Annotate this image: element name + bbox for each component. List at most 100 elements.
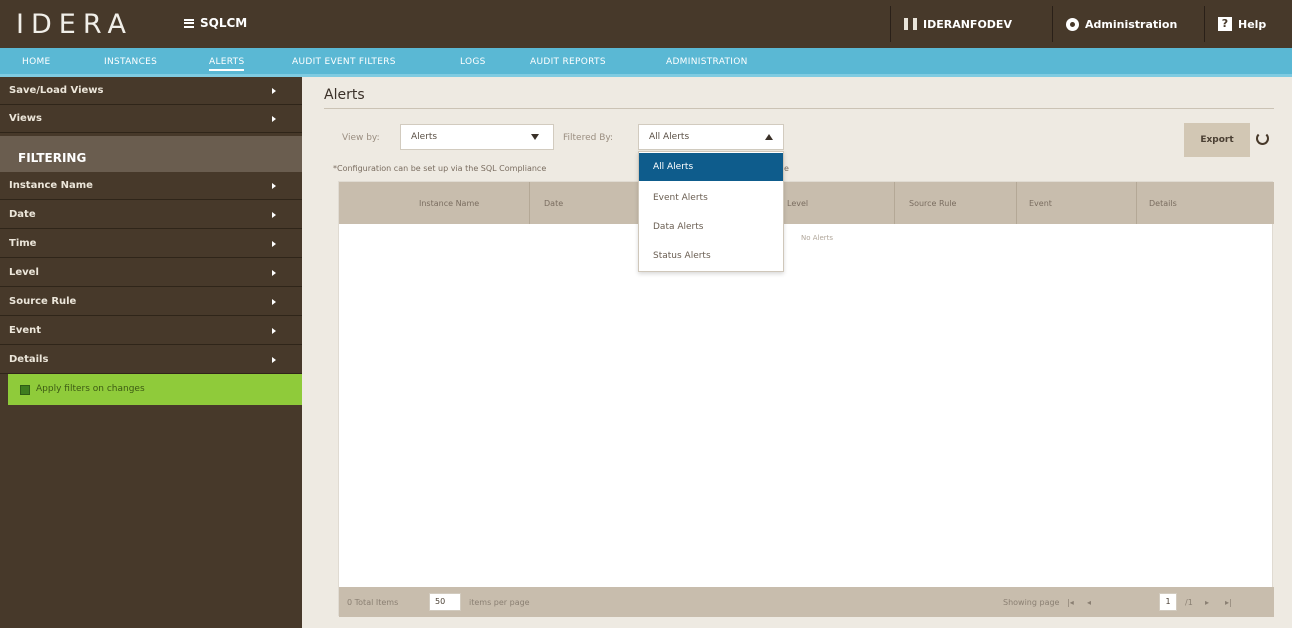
filtered-by-value: All Alerts — [649, 132, 690, 142]
view-by-label: View by: — [342, 133, 380, 143]
filtered-by-label: Filtered By: — [563, 133, 614, 143]
dropdown-option-data-alerts[interactable]: Data Alerts — [639, 213, 783, 241]
user-menu[interactable]: IDERANFODEV — [904, 0, 1012, 48]
column-header-level[interactable]: Level — [787, 199, 808, 208]
nav-administration[interactable]: ADMINISTRATION — [666, 57, 748, 67]
product-label: SQLCM — [200, 16, 248, 30]
divider — [890, 6, 891, 42]
column-divider — [1136, 182, 1137, 224]
caret-right-icon — [272, 88, 276, 94]
dropdown-option-event-alerts[interactable]: Event Alerts — [639, 184, 783, 212]
items-per-page-label: items per page — [469, 598, 530, 607]
filtered-by-select[interactable]: All Alerts — [638, 124, 784, 150]
filter-source-rule[interactable]: Source Rule — [0, 288, 302, 316]
idera-logo: IDERA — [16, 9, 133, 40]
hamburger-icon — [184, 18, 194, 28]
page-title: Alerts — [324, 87, 365, 103]
caret-right-icon — [272, 328, 276, 334]
sidebar-item-label: Save/Load Views — [9, 85, 104, 96]
prev-page-icon[interactable]: ◂ — [1087, 598, 1091, 607]
items-per-page-stepper[interactable]: 50 — [429, 593, 461, 611]
product-menu[interactable]: SQLCM — [184, 16, 247, 30]
nav-alerts[interactable]: ALERTS — [209, 57, 245, 71]
sidebar: Save/Load Views Views FILTERING Instance… — [0, 77, 302, 628]
next-page-icon[interactable]: ▸ — [1205, 598, 1209, 607]
grid-header: Instance Name Date Level Source Rule Eve… — [339, 182, 1274, 224]
filtered-by-dropdown: All Alerts Event Alerts Data Alerts Stat… — [638, 151, 784, 272]
column-divider — [894, 182, 895, 224]
view-by-select[interactable]: Alerts — [400, 124, 554, 150]
divider — [324, 108, 1274, 109]
column-header-date[interactable]: Date — [544, 199, 563, 208]
divider — [1052, 6, 1053, 42]
filter-date[interactable]: Date — [0, 201, 302, 229]
caret-right-icon — [272, 212, 276, 218]
filter-time[interactable]: Time — [0, 230, 302, 258]
nav-home[interactable]: HOME — [22, 57, 51, 67]
top-bar: IDERA SQLCM IDERANFODEV Administration ?… — [0, 0, 1292, 48]
filter-label: Source Rule — [9, 296, 77, 307]
caret-right-icon — [272, 183, 276, 189]
filter-label: Time — [9, 238, 37, 249]
caret-right-icon — [272, 270, 276, 276]
grid-footer: 0 Total Items 50 items per page Showing … — [339, 587, 1274, 617]
caret-up-icon — [765, 134, 773, 140]
filtering-heading: FILTERING — [0, 136, 302, 172]
administration-link[interactable]: Administration — [1066, 0, 1177, 48]
gear-icon — [1066, 17, 1079, 31]
page-number-input[interactable]: 1 — [1159, 593, 1177, 611]
configuration-note-tail: e — [784, 164, 789, 173]
alerts-grid: Instance Name Date Level Source Rule Eve… — [338, 181, 1274, 617]
column-header-details[interactable]: Details — [1149, 199, 1177, 208]
main-nav: HOME INSTANCES ALERTS AUDIT EVENT FILTER… — [0, 48, 1292, 77]
dropdown-option-status-alerts[interactable]: Status Alerts — [639, 242, 783, 270]
filter-event[interactable]: Event — [0, 317, 302, 345]
export-button[interactable]: Export — [1184, 123, 1250, 157]
caret-right-icon — [272, 241, 276, 247]
total-items: 0 Total Items — [347, 598, 399, 607]
nav-instances[interactable]: INSTANCES — [104, 57, 157, 67]
checkbox-checked-icon[interactable] — [20, 384, 30, 395]
column-header-source-rule[interactable]: Source Rule — [909, 199, 956, 208]
help-link[interactable]: ? Help — [1218, 0, 1266, 48]
first-page-icon[interactable]: |◂ — [1067, 598, 1074, 607]
help-label: Help — [1238, 17, 1267, 31]
column-header-event[interactable]: Event — [1029, 199, 1052, 208]
filter-details[interactable]: Details — [0, 346, 302, 374]
apply-filters-label: Apply filters on changes — [36, 384, 145, 394]
caret-right-icon — [272, 357, 276, 363]
sidebar-item-views[interactable]: Views — [0, 105, 302, 133]
apply-filters-toggle[interactable]: Apply filters on changes — [8, 374, 302, 405]
view-by-value: Alerts — [411, 132, 438, 142]
last-page-icon[interactable]: ▸| — [1225, 598, 1232, 607]
filter-label: Level — [9, 267, 39, 278]
page-count-icon: /1 — [1185, 598, 1193, 607]
filter-instance-name[interactable]: Instance Name — [0, 172, 302, 200]
column-divider — [529, 182, 530, 224]
column-divider — [1016, 182, 1017, 224]
filter-level[interactable]: Level — [0, 259, 302, 287]
filter-label: Date — [9, 209, 36, 220]
configuration-note: *Configuration can be set up via the SQL… — [333, 164, 547, 173]
refresh-icon[interactable] — [1256, 132, 1269, 145]
filter-label: Instance Name — [9, 180, 93, 191]
sidebar-item-label: Views — [9, 113, 42, 124]
nav-logs[interactable]: LOGS — [460, 57, 486, 67]
column-header-instance-name[interactable]: Instance Name — [419, 199, 479, 208]
dropdown-option-all-alerts[interactable]: All Alerts — [639, 153, 783, 181]
showing-page-label: Showing page — [1003, 598, 1060, 607]
filter-label: Details — [9, 354, 49, 365]
empty-message: No Alerts — [801, 234, 834, 242]
user-label: IDERANFODEV — [923, 17, 1012, 31]
administration-label: Administration — [1085, 17, 1178, 31]
main-content: Alerts View by: Alerts Filtered By: All … — [302, 77, 1292, 628]
help-icon: ? — [1218, 17, 1232, 31]
user-icon — [904, 18, 917, 30]
nav-audit-reports[interactable]: AUDIT REPORTS — [530, 57, 606, 67]
sidebar-item-save-load-views[interactable]: Save/Load Views — [0, 77, 302, 105]
divider — [1204, 6, 1205, 42]
filter-label: Event — [9, 325, 42, 336]
nav-audit-event-filters[interactable]: AUDIT EVENT FILTERS — [292, 57, 396, 67]
caret-down-icon — [531, 134, 539, 140]
caret-right-icon — [272, 299, 276, 305]
